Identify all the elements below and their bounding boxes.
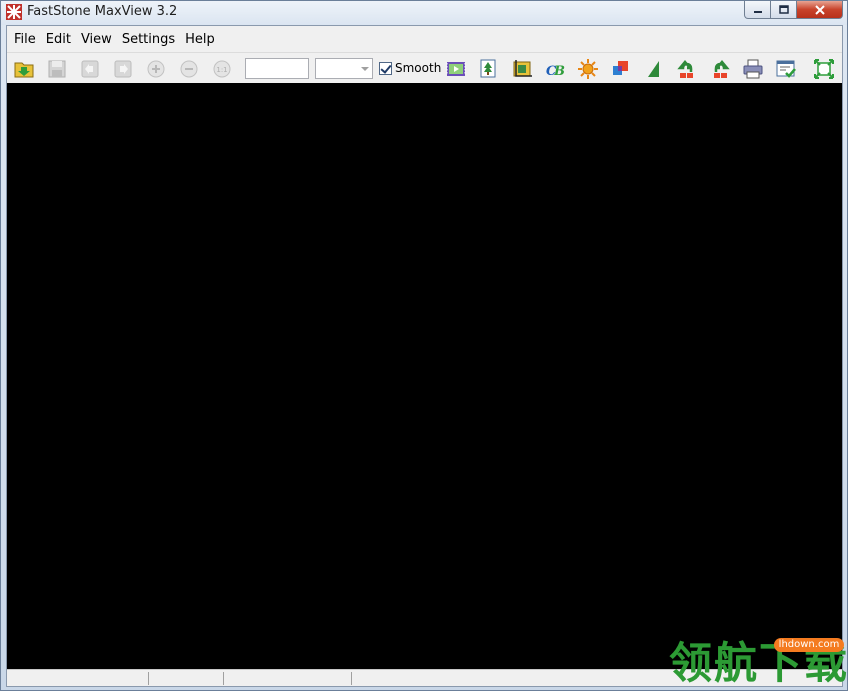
menu-bar: File Edit View Settings Help	[7, 26, 842, 52]
maximize-button[interactable]	[771, 1, 797, 19]
chevron-down-icon	[361, 67, 369, 71]
rotate-left-icon[interactable]	[676, 58, 698, 80]
image-viewer-area[interactable]	[7, 83, 842, 669]
colors-icon[interactable]	[610, 58, 632, 80]
close-button[interactable]	[797, 1, 843, 19]
settings-window-icon[interactable]	[775, 58, 797, 80]
zoom-in-icon[interactable]	[145, 58, 167, 80]
previous-icon[interactable]	[79, 58, 101, 80]
menu-settings[interactable]: Settings	[117, 32, 180, 47]
menu-view[interactable]: View	[76, 32, 117, 47]
rotate-right-icon[interactable]	[709, 58, 731, 80]
toolbar: 1:1 Smooth C B	[7, 52, 842, 83]
smooth-label: Smooth	[395, 61, 442, 75]
zoom-combo[interactable]	[315, 58, 373, 79]
menu-edit[interactable]: Edit	[41, 32, 76, 47]
fullscreen-icon[interactable]	[813, 58, 835, 80]
minimize-button[interactable]	[744, 1, 771, 19]
maximize-icon	[778, 5, 789, 14]
smooth-checkbox[interactable]	[379, 62, 392, 75]
save-icon[interactable]	[46, 58, 68, 80]
window-title: FastStone MaxView 3.2	[27, 4, 178, 19]
next-icon[interactable]	[112, 58, 134, 80]
faststone-logo-icon	[6, 4, 22, 20]
client-area: File Edit View Settings Help 1:1 Smooth …	[6, 25, 843, 687]
resize-icon[interactable]	[478, 58, 500, 80]
crop-icon[interactable]	[511, 58, 533, 80]
zoom-input[interactable]	[245, 58, 309, 79]
brightness-icon[interactable]	[577, 58, 599, 80]
watermark-url: lhdown.com	[774, 638, 844, 652]
title-bar[interactable]: FastStone MaxView 3.2	[1, 1, 847, 25]
print-icon[interactable]	[742, 58, 764, 80]
slideshow-icon[interactable]	[445, 58, 467, 80]
svg-text:1:1: 1:1	[216, 66, 227, 74]
zoom-out-icon[interactable]	[178, 58, 200, 80]
status-divider	[148, 672, 149, 685]
menu-file[interactable]: File	[9, 32, 41, 47]
app-window: FastStone MaxView 3.2 File Edit View Set…	[0, 0, 848, 691]
minimize-icon	[753, 10, 762, 13]
menu-help[interactable]: Help	[180, 32, 220, 47]
color-balance-icon[interactable]: C B	[544, 58, 566, 80]
sharpen-icon[interactable]	[643, 58, 665, 80]
actual-size-icon[interactable]: 1:1	[211, 58, 233, 80]
open-folder-icon[interactable]	[13, 58, 35, 80]
svg-text:B: B	[553, 64, 565, 79]
close-icon	[814, 4, 825, 15]
status-divider	[351, 672, 352, 685]
status-divider	[223, 672, 224, 685]
